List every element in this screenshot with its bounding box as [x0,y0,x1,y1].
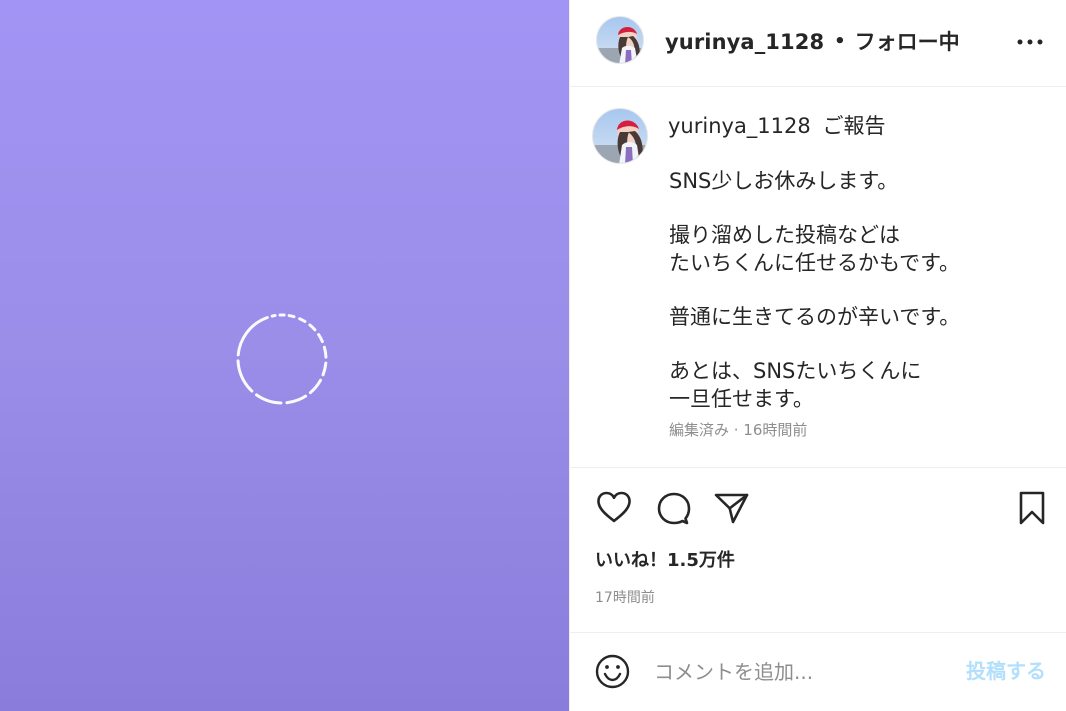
instagram-post-modal: yurinya_1128 • フォロー中 yurinya_1128 ご報告 SN… [0,0,1066,711]
post-media-area [0,0,569,711]
loading-spinner-icon [236,313,328,405]
post-caption: yurinya_1128 ご報告 SNS少しお休みします。 撮り溜めした投稿など… [570,87,1066,468]
comment-icon[interactable] [653,488,693,528]
more-horizontal-icon[interactable] [1016,34,1044,50]
bookmark-icon[interactable] [1012,488,1052,528]
caption-line-gap [669,277,1049,303]
caption-edited-time: 編集済み · 16時間前 [669,421,808,439]
caption-line: たいちくんに任せるかもです。 [669,251,961,275]
post-header-meta: yurinya_1128 • フォロー中 [665,28,960,56]
heart-icon[interactable] [594,488,634,528]
post-actions: いいね！1.5万件 17時間前 [570,468,1066,633]
caption-username[interactable]: yurinya_1128 [668,114,811,138]
posted-time[interactable]: 17時間前 [595,589,655,607]
follow-status[interactable]: フォロー中 [855,28,960,56]
post-comment-button[interactable]: 投稿する [966,658,1046,684]
caption-title: ご報告 [822,114,886,138]
caption-line-gap [669,331,1049,357]
comment-composer: 投稿する [570,633,1066,710]
caption-author-avatar[interactable] [592,108,648,164]
like-count[interactable]: いいね！1.5万件 [595,549,735,573]
post-sidebar: yurinya_1128 • フォロー中 yurinya_1128 ご報告 SN… [569,0,1066,711]
caption-line: 普通に生きてるのが辛いです。 [669,305,961,329]
caption-line-gap [669,195,1049,221]
caption-line: 撮り溜めした投稿などは [669,223,900,247]
header-separator: • [834,31,846,52]
caption-header: yurinya_1128 ご報告 [668,112,885,140]
header-username[interactable]: yurinya_1128 [665,28,824,56]
caption-line: SNS少しお休みします。 [669,169,899,193]
caption-line: あとは、SNSたいちくんに [669,359,922,383]
post-header: yurinya_1128 • フォロー中 [570,0,1066,87]
caption-body: SNS少しお休みします。 撮り溜めした投稿などは たいちくんに任せるかもです。 … [669,167,1049,413]
caption-line: 一旦任せます。 [669,387,814,411]
comment-input[interactable] [654,657,939,687]
emoji-icon[interactable] [594,653,631,690]
author-avatar[interactable] [596,16,644,64]
paper-plane-icon[interactable] [712,488,752,528]
